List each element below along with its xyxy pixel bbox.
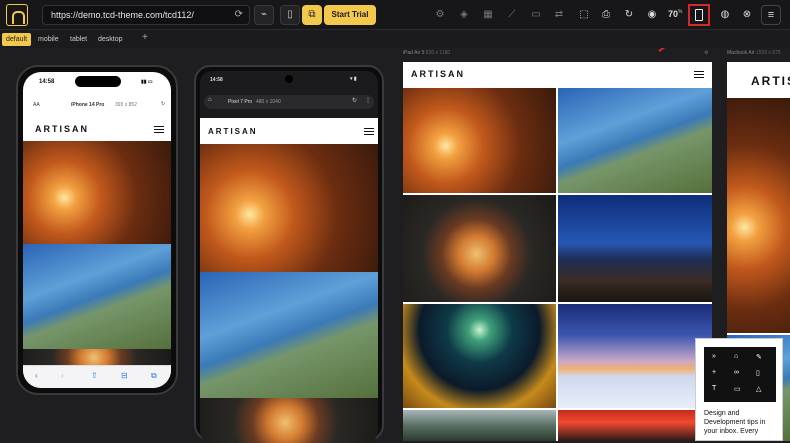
tab-desktop[interactable]: desktop <box>94 33 127 46</box>
forward-icon[interactable]: › <box>61 371 64 380</box>
text-size-button[interactable]: AA <box>33 102 40 108</box>
layers-icon[interactable]: ◈ <box>457 8 471 22</box>
ipad-screen: ARTISAN <box>403 62 712 441</box>
print-icon[interactable]: ⎙ <box>599 8 613 22</box>
discord-icon[interactable]: ◍ <box>718 8 732 22</box>
site-header: ARTISAN <box>23 116 171 141</box>
coastal-road-photo[interactable] <box>23 244 171 349</box>
mobile-device-button[interactable]: ▯ <box>280 5 300 25</box>
iphone-frame: 14:58 ▮▮ ▭ AA iPhone 14 Pro 393 x 852 ↻ … <box>16 65 178 395</box>
iphone-status-time: 14:58 <box>39 79 55 85</box>
coastal-road-photo[interactable] <box>558 88 712 193</box>
dynamic-island <box>75 76 121 87</box>
camera-icon[interactable]: ◉ <box>645 8 659 22</box>
lantern-photo[interactable] <box>727 98 790 333</box>
iphone-model-label: iPhone 14 Pro <box>71 102 105 108</box>
refresh-icon[interactable]: ↻ <box>622 8 636 22</box>
responsive-view-button[interactable]: ⧉ <box>302 5 322 25</box>
share-icon[interactable]: ⇧ <box>91 371 98 380</box>
tab-default[interactable]: default <box>2 33 32 46</box>
start-trial-button[interactable]: Start Trial <box>324 5 376 25</box>
hamburger-icon[interactable] <box>154 126 164 133</box>
misty-forest-photo[interactable] <box>403 410 556 441</box>
battery-icon: ▮▮ ▭ <box>141 79 153 85</box>
tabs-icon[interactable]: ⧉ <box>151 371 157 381</box>
site-header: ARTISAN <box>403 62 712 86</box>
ramen-photo[interactable] <box>403 195 556 302</box>
reload-icon[interactable]: ↻ <box>161 101 165 107</box>
battery-icon: ▾ ▮ <box>350 76 357 82</box>
add-tab-icon[interactable]: + <box>142 32 148 43</box>
pixel-model-label: Pixel 7 Pro <box>228 99 253 105</box>
zoom-level[interactable]: 70% <box>668 9 682 19</box>
tablet-icon <box>695 9 703 21</box>
menu-button[interactable]: ≡ <box>761 5 781 25</box>
site-brand[interactable]: ARTISAN <box>751 74 790 88</box>
device-tab-bar: default mobile tablet desktop + <box>0 30 790 48</box>
hamburger-icon[interactable] <box>694 71 704 78</box>
refresh-icon[interactable]: ↻ <box>352 97 357 104</box>
sync-icon[interactable]: ⇄ <box>552 8 566 22</box>
pixel-status-time: 14:58 <box>210 77 223 83</box>
site-brand[interactable]: ARTISAN <box>35 124 89 134</box>
url-field[interactable]: https://demo.tcd-theme.com/tcd112/ ⟳ <box>42 5 250 25</box>
coastal-road-photo[interactable] <box>200 272 378 398</box>
snow-tree-sunset-photo[interactable] <box>558 304 712 408</box>
more-icon[interactable]: ⋮ <box>365 97 371 104</box>
rotate-device-button[interactable] <box>688 4 710 26</box>
pen-icon: ✎ <box>756 354 762 361</box>
iphone-screen: 14:58 ▮▮ ▭ AA iPhone 14 Pro 393 x 852 ↻ … <box>23 72 171 388</box>
bookmarks-icon[interactable]: ⊟ <box>121 371 128 380</box>
back-icon[interactable]: ‹ <box>35 371 38 380</box>
safari-bottom-bar: ‹ › ⇧ ⊟ ⧉ <box>23 365 171 388</box>
home-icon[interactable]: ⌂ <box>208 97 212 103</box>
popup-text: Design and Development tips in your inbo… <box>704 410 766 435</box>
site-brand[interactable]: ARTISAN <box>411 69 465 79</box>
chevrons-icon: » <box>712 353 716 360</box>
newsletter-popup[interactable]: » ⌂ ✎ + ∞ ▯ T ▭ △ Design and Development… <box>695 338 783 441</box>
lantern-photo[interactable] <box>200 144 378 272</box>
iphone-size-label: 393 x 852 <box>115 102 137 108</box>
ipad-label: iPad Air 5 820 x 1180 <box>403 50 451 56</box>
ipad-settings-icon[interactable]: ⚙ <box>704 50 708 56</box>
site-header: ARTISAN <box>200 118 378 144</box>
triangle-icon: △ <box>756 386 762 393</box>
front-camera <box>285 75 293 83</box>
link-icon: ∞ <box>734 369 739 376</box>
red-lantern-photo[interactable] <box>558 410 712 441</box>
tab-tablet[interactable]: tablet <box>66 33 91 46</box>
file-icon: ▯ <box>756 370 760 377</box>
icon-grid: » ⌂ ✎ + ∞ ▯ T ▭ △ <box>704 347 776 402</box>
pixel-screen: 14:58 ▾ ▮ ⌂ Pixel 7 Pro 480 x 1040 ↻ ⋮ A… <box>200 71 378 443</box>
pixel-frame: 14:58 ▾ ▮ ⌂ Pixel 7 Pro 480 x 1040 ↻ ⋮ A… <box>194 65 384 443</box>
chrome-address-bar[interactable]: ⌂ Pixel 7 Pro 480 x 1040 ↻ ⋮ <box>204 95 374 109</box>
device-frame-icon[interactable]: ▭ <box>529 8 543 22</box>
ramen-photo[interactable] <box>23 349 171 365</box>
chat-icon: ▭ <box>734 386 741 393</box>
thatched-house-photo[interactable] <box>558 195 712 302</box>
plus-icon: + <box>712 369 717 376</box>
site-brand[interactable]: ARTISAN <box>208 127 258 136</box>
grid-icon[interactable]: ▦ <box>481 8 495 22</box>
reload-icon[interactable]: ⟳ <box>235 6 243 24</box>
festival-fireworks-photo[interactable] <box>403 304 556 408</box>
hamburger-icon[interactable] <box>364 128 374 135</box>
link-toggle-button[interactable]: ⌁ <box>254 5 274 25</box>
app-logo-icon[interactable] <box>6 4 28 26</box>
ramen-photo[interactable] <box>200 398 378 443</box>
url-text: https://demo.tcd-theme.com/tcd112/ <box>51 10 194 20</box>
close-circle-icon[interactable]: ⊗ <box>740 8 754 22</box>
screenshot-select-icon[interactable]: ⬚ <box>577 8 591 22</box>
home-icon: ⌂ <box>734 353 739 360</box>
tab-mobile[interactable]: mobile <box>34 33 63 46</box>
site-header: ARTISAN <box>727 62 790 98</box>
lantern-photo[interactable] <box>23 141 171 244</box>
ruler-icon[interactable]: ⟋ <box>505 8 519 22</box>
lantern-photo[interactable] <box>403 88 556 193</box>
pixel-size-label: 480 x 1040 <box>256 99 281 105</box>
macbook-label: Macbook Air 1559 x 975 <box>727 50 781 56</box>
text-icon: T <box>712 385 717 392</box>
inspect-icon[interactable]: ⚙ <box>433 8 447 22</box>
